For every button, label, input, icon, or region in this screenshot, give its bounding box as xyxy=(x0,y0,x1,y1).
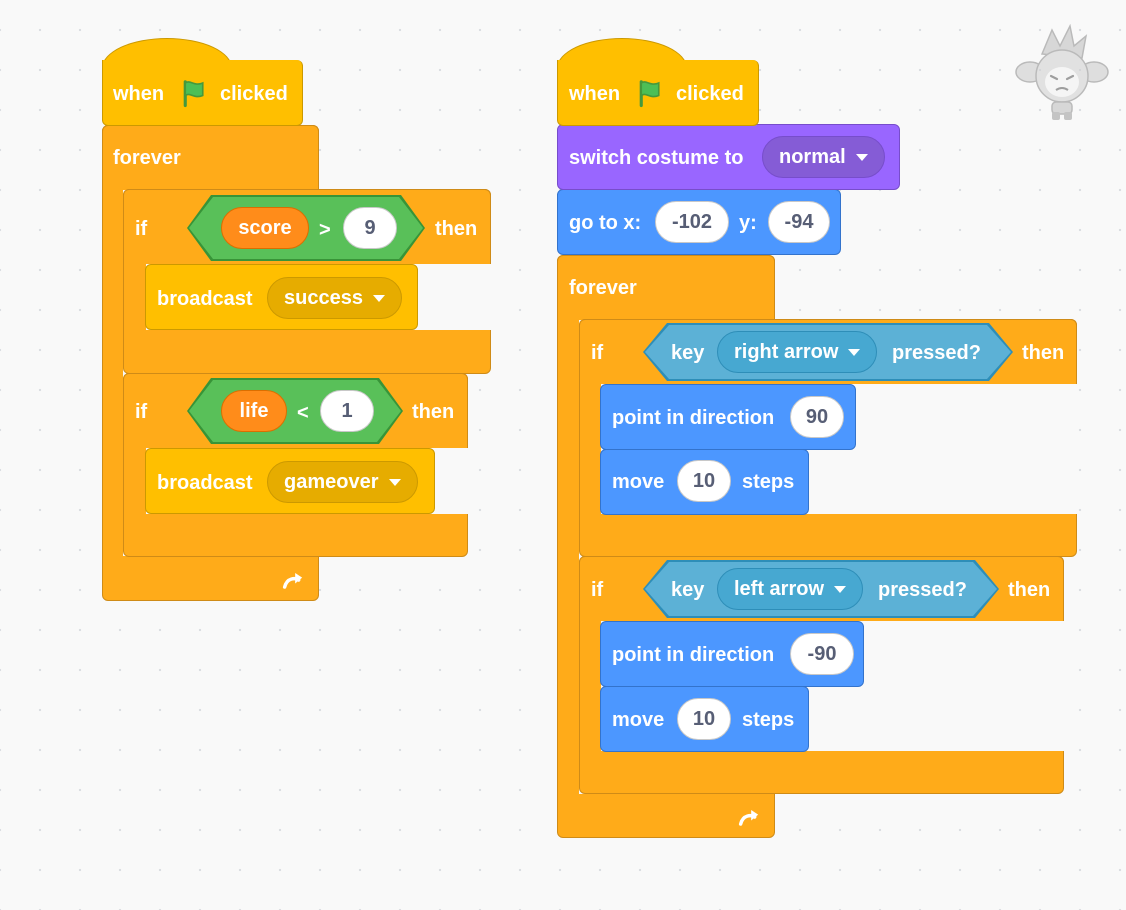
green-flag-icon xyxy=(639,80,660,108)
chevron-down-icon xyxy=(855,153,868,161)
operator-symbol: > xyxy=(319,219,331,241)
chevron-down-icon xyxy=(848,348,861,356)
when-label: when xyxy=(569,83,621,105)
compare-value-input[interactable]: 1 xyxy=(320,390,374,432)
broadcast-message-dropdown[interactable]: gameover xyxy=(267,461,418,503)
move-label: move xyxy=(612,471,665,493)
if-label: if xyxy=(135,218,148,240)
sprite-character-icon[interactable] xyxy=(1012,24,1112,122)
key-label: key xyxy=(671,342,705,364)
green-flag-icon xyxy=(183,80,204,108)
clicked-label: clicked xyxy=(220,83,288,105)
move-label: move xyxy=(612,709,665,731)
chevron-down-icon xyxy=(372,294,385,302)
key-dropdown[interactable]: right arrow xyxy=(717,331,878,373)
y-input[interactable]: -94 xyxy=(768,201,830,243)
then-label: then xyxy=(435,218,478,240)
key-value-label: right arrow xyxy=(734,340,839,363)
key-label: key xyxy=(671,579,705,601)
broadcast-label: broadcast xyxy=(157,472,253,494)
clicked-label: clicked xyxy=(676,83,744,105)
steps-input[interactable]: 10 xyxy=(677,460,731,502)
forever-label: forever xyxy=(569,277,637,299)
point-label: point in direction xyxy=(612,407,775,429)
chevron-down-icon xyxy=(834,585,847,593)
y-label: y: xyxy=(739,212,757,234)
costume-value-label: normal xyxy=(779,145,846,168)
then-label: then xyxy=(1022,342,1065,364)
then-label: then xyxy=(412,401,455,423)
switch-costume-label: switch costume to xyxy=(569,147,744,169)
when-label: when xyxy=(113,83,165,105)
if-label: if xyxy=(591,579,604,601)
go-to-label: go to x: xyxy=(569,212,642,234)
life-variable[interactable]: life xyxy=(221,390,287,432)
operator-symbol: < xyxy=(297,402,309,424)
if-label: if xyxy=(591,342,604,364)
key-dropdown[interactable]: left arrow xyxy=(717,568,864,610)
x-input[interactable]: -102 xyxy=(655,201,729,243)
pressed-label: pressed? xyxy=(878,579,967,601)
if-label: if xyxy=(135,401,148,423)
then-label: then xyxy=(1008,579,1051,601)
loop-arrow-icon xyxy=(282,573,303,589)
forever-label: forever xyxy=(113,147,181,169)
message-label: gameover xyxy=(284,470,379,493)
costume-dropdown[interactable]: normal xyxy=(762,136,885,178)
key-value-label: left arrow xyxy=(734,577,825,600)
point-label: point in direction xyxy=(612,644,775,666)
pressed-label: pressed? xyxy=(892,342,981,364)
steps-label: steps xyxy=(742,471,795,493)
chevron-down-icon xyxy=(388,478,401,486)
message-label: success xyxy=(284,286,363,309)
steps-label: steps xyxy=(742,709,795,731)
compare-value-input[interactable]: 9 xyxy=(343,207,397,249)
steps-input[interactable]: 10 xyxy=(677,698,731,740)
direction-input[interactable]: 90 xyxy=(790,396,844,438)
broadcast-message-dropdown[interactable]: success xyxy=(267,277,402,319)
direction-input[interactable]: -90 xyxy=(790,633,854,675)
loop-arrow-icon xyxy=(738,810,759,826)
score-variable[interactable]: score xyxy=(221,207,309,249)
broadcast-label: broadcast xyxy=(157,288,253,310)
